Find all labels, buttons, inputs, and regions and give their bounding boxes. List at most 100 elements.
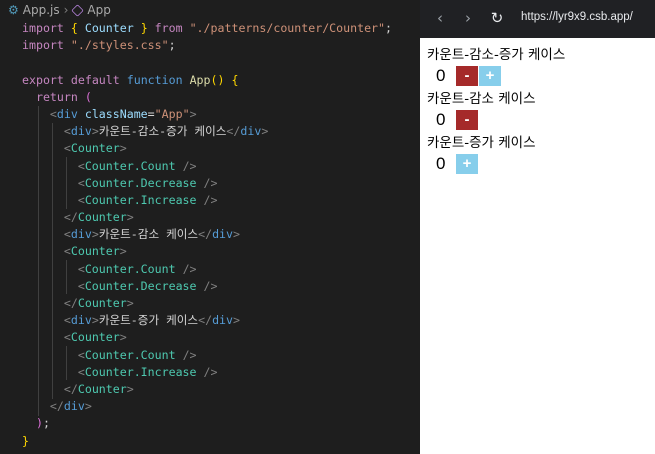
address-bar[interactable]: https://lyr9x9.csb.app/ (521, 11, 633, 23)
code-token: className (84, 106, 148, 121)
counter-count: 0 (436, 154, 446, 173)
breadcrumb-file[interactable]: App.js (23, 3, 60, 17)
code-token: () (210, 72, 225, 87)
code-line: <Counter.Count /> (22, 261, 392, 278)
code-token: Counter (84, 21, 134, 35)
code-token: ; (168, 38, 176, 53)
code-token: /> (182, 347, 197, 362)
code-line: <Counter.Increase /> (22, 364, 392, 381)
code-token: > (126, 296, 134, 310)
code-token: </ (226, 124, 241, 139)
code-token: > (233, 227, 241, 242)
code-token: > (119, 330, 127, 345)
code-token: div (212, 227, 234, 242)
code-token: import (22, 38, 64, 53)
code-token: /> (182, 158, 197, 173)
code-token: import (22, 21, 64, 35)
code-token: > (91, 227, 99, 242)
code-token: } (140, 21, 148, 35)
code-token: div (63, 399, 85, 414)
code-token: = (147, 106, 155, 121)
code-token: > (189, 106, 197, 121)
case-heading: 카운트-감소 케이스 (427, 91, 536, 107)
code-token: > (126, 381, 134, 396)
code-token: </ (63, 296, 78, 310)
code-token: < (63, 330, 71, 345)
code-token: 카운트-감소 케이스 (98, 227, 199, 242)
code-token: { (231, 72, 239, 87)
code-token: /> (182, 261, 197, 276)
code-token: /> (203, 278, 218, 293)
increase-button[interactable]: + (456, 154, 478, 174)
browser-preview: ‹ › ↻ https://lyr9x9.csb.app/ 카운트-감소-증가 … (420, 0, 655, 454)
code-token: < (77, 175, 85, 190)
code-token: Counter (70, 244, 120, 259)
code-line: </Counter> (22, 295, 392, 312)
code-token: < (49, 106, 57, 121)
code-token: div (56, 106, 78, 121)
code-token: Counter.Count (84, 261, 176, 276)
code-token: Counter (77, 296, 127, 310)
chevron-right-icon: › (63, 3, 69, 17)
code-token: div (240, 124, 262, 139)
js-file-icon: ⚙ (8, 3, 19, 17)
code-token: Counter.Increase (84, 364, 197, 379)
counter-count: 0 (436, 66, 446, 85)
chevron-left-icon[interactable]: ‹ (431, 9, 449, 27)
code-token: ; (42, 416, 50, 431)
code-token: < (77, 261, 85, 276)
code-token: Counter (70, 330, 120, 345)
code-line: </Counter> (22, 209, 392, 226)
code-token: < (77, 158, 85, 173)
increase-button[interactable]: + (479, 66, 501, 86)
case-heading: 카운트-증가 케이스 (427, 135, 536, 151)
code-token: div (70, 227, 92, 242)
code-line: <Counter> (22, 243, 392, 260)
breadcrumb: ⚙ App.js › App (8, 2, 111, 18)
counter: 0 - (436, 108, 565, 132)
code-editor[interactable]: ⚙ App.js › App import { Counter } from "… (0, 0, 420, 454)
code-token: Counter (70, 141, 120, 156)
code-line: ); (22, 415, 392, 432)
code-line: export default function App() { (22, 72, 392, 89)
code-token: < (63, 227, 71, 242)
code-token: function (126, 72, 183, 87)
code-token: < (63, 141, 71, 156)
code-token: ; (385, 21, 393, 35)
code-token: from (154, 21, 183, 35)
code-token: } (22, 433, 29, 448)
decrease-button[interactable]: - (456, 66, 478, 86)
code-token: div (70, 313, 92, 328)
code-line: <Counter.Decrease /> (22, 278, 392, 295)
code-line: <Counter> (22, 329, 392, 346)
breadcrumb-symbol[interactable]: App (87, 3, 110, 17)
decrease-button[interactable]: - (456, 110, 478, 130)
code-token: < (63, 124, 71, 139)
code-token: 카운트-감소-증가 케이스 (98, 124, 227, 139)
reload-icon[interactable]: ↻ (488, 9, 506, 27)
chevron-right-icon[interactable]: › (459, 9, 477, 27)
code-content[interactable]: import { Counter } from "./patterns/coun… (22, 20, 392, 450)
case-heading: 카운트-감소-증가 케이스 (427, 47, 566, 63)
